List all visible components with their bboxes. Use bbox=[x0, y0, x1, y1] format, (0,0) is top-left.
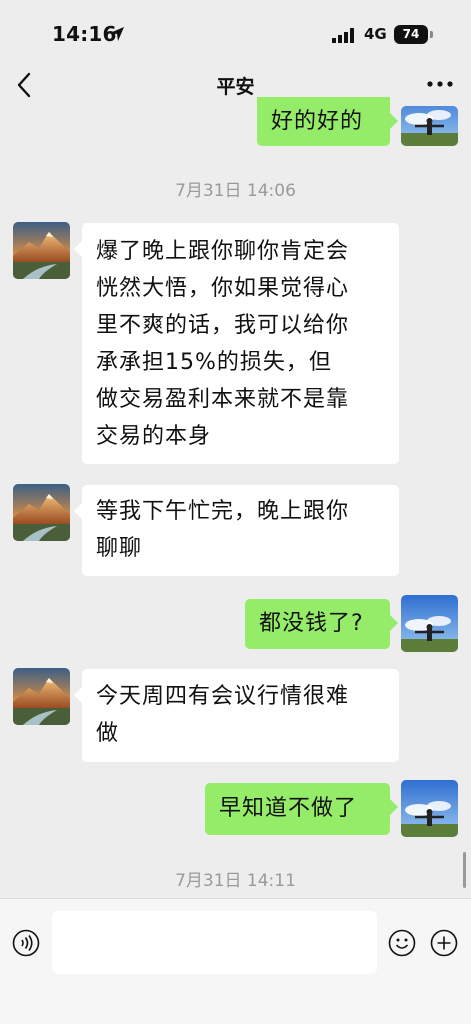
voice-icon[interactable] bbox=[12, 929, 40, 957]
mountain-avatar-icon bbox=[13, 668, 70, 725]
message-line: 等我下午忙完，晚上跟你 bbox=[96, 499, 350, 524]
input-bar bbox=[0, 898, 471, 1024]
status-time: 14:16 bbox=[52, 22, 117, 46]
contact-avatar[interactable] bbox=[13, 222, 70, 279]
battery-icon: 74 bbox=[394, 25, 428, 44]
network-type: 4G bbox=[364, 25, 387, 43]
nav-bar: 平安 bbox=[0, 66, 471, 106]
landscape-person-avatar-icon bbox=[401, 780, 458, 837]
ellipsis-icon[interactable] bbox=[425, 72, 455, 96]
message-text: 好的好的 bbox=[271, 109, 364, 134]
message-line: 恍然大悟，你如果觉得心 bbox=[96, 276, 350, 301]
mountain-avatar-icon bbox=[13, 222, 70, 279]
outgoing-message[interactable]: 早知道不做了 bbox=[205, 783, 398, 835]
contact-avatar[interactable] bbox=[13, 484, 70, 541]
landscape-person-avatar-icon bbox=[401, 106, 458, 146]
message-line: 今天周四有会议行情很难 bbox=[96, 684, 350, 709]
my-avatar[interactable] bbox=[401, 595, 458, 652]
my-avatar[interactable] bbox=[401, 106, 458, 146]
location-arrow-icon bbox=[110, 27, 124, 41]
emoji-icon[interactable] bbox=[388, 929, 416, 957]
outgoing-message[interactable]: 好的好的 bbox=[257, 97, 398, 146]
outgoing-message[interactable]: 都没钱了? bbox=[245, 599, 398, 649]
message-input[interactable] bbox=[52, 911, 377, 974]
status-bar: 14:16 4G 74 bbox=[0, 0, 471, 66]
timestamp: 7月31日 14:11 bbox=[175, 871, 296, 891]
chat-title: 平安 bbox=[216, 76, 255, 98]
scrollbar[interactable] bbox=[463, 852, 466, 888]
message-line: 里不爽的话，我可以给你 bbox=[96, 313, 350, 338]
message-line: 聊聊 bbox=[96, 536, 143, 561]
message-line: 承承担15%的损失，但 bbox=[96, 350, 332, 375]
landscape-person-avatar-icon bbox=[401, 595, 458, 652]
timestamp: 7月31日 14:06 bbox=[175, 181, 296, 201]
message-line: 做交易盈利本来就不是靠 bbox=[96, 387, 350, 412]
mountain-avatar-icon bbox=[13, 484, 70, 541]
message-text: 早知道不做了 bbox=[219, 796, 358, 821]
plus-icon[interactable] bbox=[430, 929, 458, 957]
message-line: 交易的本身 bbox=[96, 424, 212, 449]
incoming-message[interactable]: 今天周四有会议行情很难 做 bbox=[74, 669, 399, 762]
contact-avatar[interactable] bbox=[13, 668, 70, 725]
message-line: 爆了晚上跟你聊你肯定会 bbox=[96, 239, 350, 264]
signal-icon bbox=[332, 28, 354, 43]
battery-tip bbox=[430, 31, 433, 38]
incoming-message[interactable]: 等我下午忙完，晚上跟你 聊聊 bbox=[74, 485, 399, 576]
incoming-message[interactable]: 爆了晚上跟你聊你肯定会 恍然大悟，你如果觉得心 里不爽的话，我可以给你 承承担1… bbox=[74, 223, 399, 464]
my-avatar[interactable] bbox=[401, 780, 458, 837]
message-text: 都没钱了? bbox=[259, 611, 364, 636]
message-line: 做 bbox=[96, 721, 120, 746]
